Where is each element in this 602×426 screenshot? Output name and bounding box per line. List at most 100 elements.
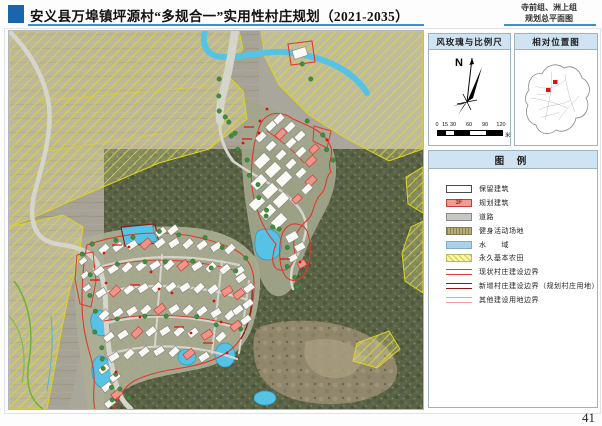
tree-marker bbox=[233, 131, 237, 135]
page-number: 41 bbox=[582, 410, 595, 426]
tree-marker bbox=[143, 260, 147, 264]
tree-marker bbox=[90, 242, 94, 246]
location-panel-title: 相对位置图 bbox=[515, 34, 597, 50]
road-swatch bbox=[446, 213, 472, 221]
tree-marker bbox=[309, 77, 313, 81]
subtitle-underline bbox=[504, 24, 596, 26]
retained-building-swatch bbox=[446, 185, 472, 193]
tree-marker bbox=[115, 317, 119, 321]
tree-marker bbox=[277, 227, 281, 231]
tree-marker bbox=[223, 115, 227, 119]
tree-marker bbox=[164, 314, 168, 318]
north-label: N bbox=[455, 57, 463, 69]
tree-marker bbox=[80, 252, 84, 256]
facility-dot bbox=[171, 292, 174, 295]
subtitle-drawing-line: 规划总平面图 bbox=[500, 14, 598, 25]
tree-marker bbox=[285, 264, 289, 268]
location-panel: 相对位置图 bbox=[514, 33, 598, 146]
windrose-icon: N bbox=[429, 50, 510, 120]
tree-marker bbox=[227, 120, 231, 124]
legend-panel: 图 例 保留建筑 3F 规划建筑 道路 健身活动场地 水 域 bbox=[428, 150, 598, 408]
county-outline-map bbox=[515, 50, 597, 146]
page-title: 安义县万埠镇坪源村“多规合一”实用性村庄规划（2021-2035） bbox=[30, 5, 500, 25]
tree-marker bbox=[101, 366, 105, 370]
tree-marker bbox=[305, 119, 309, 123]
facility-dot bbox=[190, 332, 193, 335]
facility-dot bbox=[259, 120, 262, 123]
tree-marker bbox=[331, 158, 335, 162]
tree-marker bbox=[217, 77, 221, 81]
windrose-scale-panel: 风玫瑰与比例尺 N 0 15 30 60 90 120 bbox=[428, 33, 511, 146]
scale-tick: 60 bbox=[466, 122, 472, 128]
water-swatch bbox=[446, 241, 472, 249]
map-label-mark bbox=[130, 284, 140, 286]
subtitle-group-line: 寺前组、洲上组 bbox=[500, 3, 598, 14]
tree-marker bbox=[143, 314, 147, 318]
tree-marker bbox=[176, 233, 180, 237]
plan-document-page: 安义县万埠镇坪源村“多规合一”实用性村庄规划（2021-2035） 寺前组、洲上… bbox=[0, 0, 602, 426]
site-marker bbox=[553, 80, 558, 84]
map-label-mark bbox=[242, 138, 252, 140]
tree-marker bbox=[235, 147, 239, 151]
tree-marker bbox=[321, 133, 325, 137]
tree-marker bbox=[110, 398, 114, 402]
windrose-panel-title: 风玫瑰与比例尺 bbox=[429, 34, 510, 50]
legend-item-fitness-ground: 健身活动场地 bbox=[429, 224, 597, 238]
facility-dot bbox=[115, 371, 118, 374]
map-canvas bbox=[9, 31, 423, 409]
tree-marker bbox=[245, 158, 249, 162]
facility-dot bbox=[242, 142, 245, 145]
tree-marker bbox=[157, 229, 161, 233]
legend-item-planned-building: 3F 规划建筑 bbox=[429, 196, 597, 210]
facility-dot bbox=[150, 271, 153, 274]
scale-tick: 0 bbox=[435, 122, 438, 128]
map-label-mark bbox=[203, 342, 213, 344]
legend-title: 图 例 bbox=[429, 151, 597, 169]
scale-tick: 90 bbox=[482, 122, 488, 128]
map-label-mark bbox=[112, 244, 122, 246]
tree-marker bbox=[324, 147, 328, 151]
legend-item-farmland: 永久基本农田 bbox=[429, 251, 597, 265]
planned-building-swatch: 3F bbox=[446, 199, 472, 207]
tree-marker bbox=[100, 357, 104, 361]
site-marker bbox=[546, 88, 551, 92]
tree-marker bbox=[131, 235, 135, 239]
facility-dot bbox=[158, 288, 161, 291]
facility-dot bbox=[220, 321, 223, 324]
tree-marker bbox=[93, 330, 97, 334]
scale-tick: 30 bbox=[450, 122, 456, 128]
tree-marker bbox=[256, 182, 260, 186]
tree-marker bbox=[247, 173, 251, 177]
scale-unit: 米 bbox=[505, 131, 511, 139]
tree-marker bbox=[118, 387, 122, 391]
tree-marker bbox=[114, 238, 118, 242]
tree-marker bbox=[127, 396, 131, 400]
drawing-subtitle: 寺前组、洲上组 规划总平面图 bbox=[500, 3, 598, 25]
tree-marker bbox=[295, 285, 299, 289]
facility-dot bbox=[128, 246, 131, 249]
legend-item-new-boundary: 新增村庄建设边界（规划村庄用地） bbox=[429, 279, 597, 293]
satellite-planning-map bbox=[8, 30, 424, 410]
other-boundary-swatch bbox=[446, 297, 472, 303]
tree-marker bbox=[209, 266, 213, 270]
tree-marker bbox=[88, 293, 92, 297]
tree-marker bbox=[115, 262, 119, 266]
legend-item-retained-building: 保留建筑 bbox=[429, 182, 597, 196]
tree-marker bbox=[109, 385, 113, 389]
legend-item-existing-boundary: 现状村庄建设边界 bbox=[429, 265, 597, 279]
facility-dot bbox=[103, 252, 106, 255]
tree-marker bbox=[239, 327, 243, 331]
tree-marker bbox=[271, 225, 275, 229]
tree-marker bbox=[234, 269, 238, 273]
facility-dot bbox=[213, 300, 216, 303]
facility-dot bbox=[299, 261, 302, 264]
tree-marker bbox=[300, 62, 304, 66]
tree-marker bbox=[285, 245, 289, 249]
facility-dot bbox=[326, 139, 329, 142]
tree-marker bbox=[257, 195, 261, 199]
scale-bar: 0 15 30 60 90 120 米 bbox=[437, 122, 511, 138]
facility-dot bbox=[105, 282, 108, 285]
legend-item-other-boundary: 其他建设用地边界 bbox=[429, 293, 597, 307]
facility-dot bbox=[139, 316, 142, 319]
tree-marker bbox=[244, 256, 248, 260]
